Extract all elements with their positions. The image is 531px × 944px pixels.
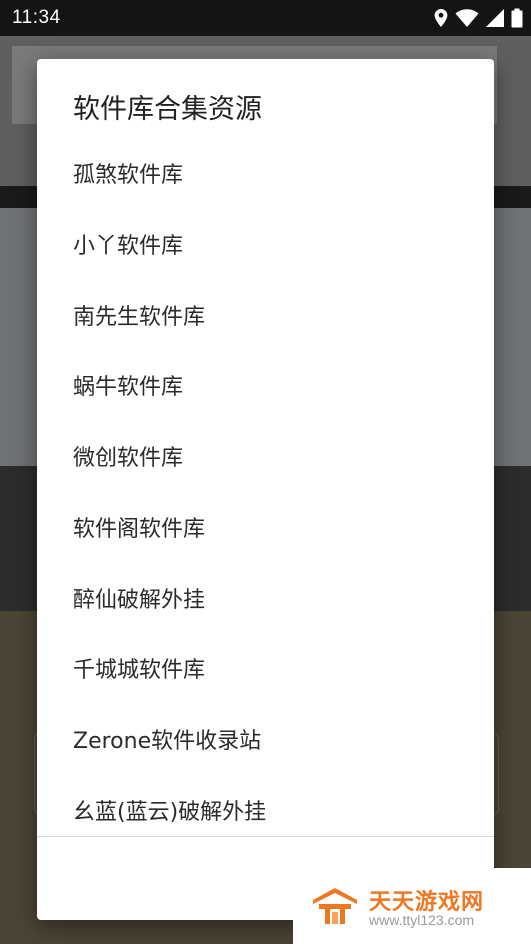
watermark-logo-icon [313,888,357,924]
location-icon [434,9,448,27]
watermark-url: www.ttyl123.com [369,912,475,928]
list-item-label: 南先生软件库 [73,304,206,330]
list-item-label: 微创软件库 [73,445,184,471]
status-icons [433,8,523,28]
resource-list-dialog: 软件库合集资源 孤煞软件库 小丫软件库 南先生软件库 蜗牛软件库 微创软件库 软… [37,59,494,920]
wifi-icon [455,9,479,28]
list-item-label: 千城城软件库 [73,657,206,683]
list-item[interactable]: 孤煞软件库 [37,137,494,208]
watermark: 天天游戏网 www.ttyl123.com [293,868,531,944]
list-item[interactable]: 软件阁软件库 [37,491,494,562]
list-item[interactable]: 蜗牛软件库 [37,349,494,420]
list-item[interactable]: 南先生软件库 [37,279,494,350]
status-bar: 11:34 [0,0,531,36]
list-item-label: 幺蓝(蓝云)破解外挂 [73,799,267,825]
list-item-label: Zerone软件收录站 [73,728,262,754]
list-item-label: 软件阁软件库 [73,516,206,542]
list-item[interactable]: 千城城软件库 [37,632,494,703]
signal-icon [486,9,504,27]
list-item-label: 孤煞软件库 [73,162,184,188]
list-item[interactable]: Zerone软件收录站 [37,703,494,774]
dialog-title: 软件库合集资源 [73,94,262,125]
list-item-label: 醉仙破解外挂 [73,587,206,613]
list-item[interactable]: 微创软件库 [37,420,494,491]
list-item[interactable]: 小丫软件库 [37,208,494,279]
dialog-divider [37,836,494,837]
battery-icon [511,8,523,28]
status-time: 11:34 [12,7,61,28]
list-item[interactable]: 幺蓝(蓝云)破解外挂 [37,774,494,845]
list-item-label: 小丫软件库 [73,233,184,259]
list-item[interactable]: 醉仙破解外挂 [37,562,494,633]
list-item-label: 蜗牛软件库 [73,374,184,400]
